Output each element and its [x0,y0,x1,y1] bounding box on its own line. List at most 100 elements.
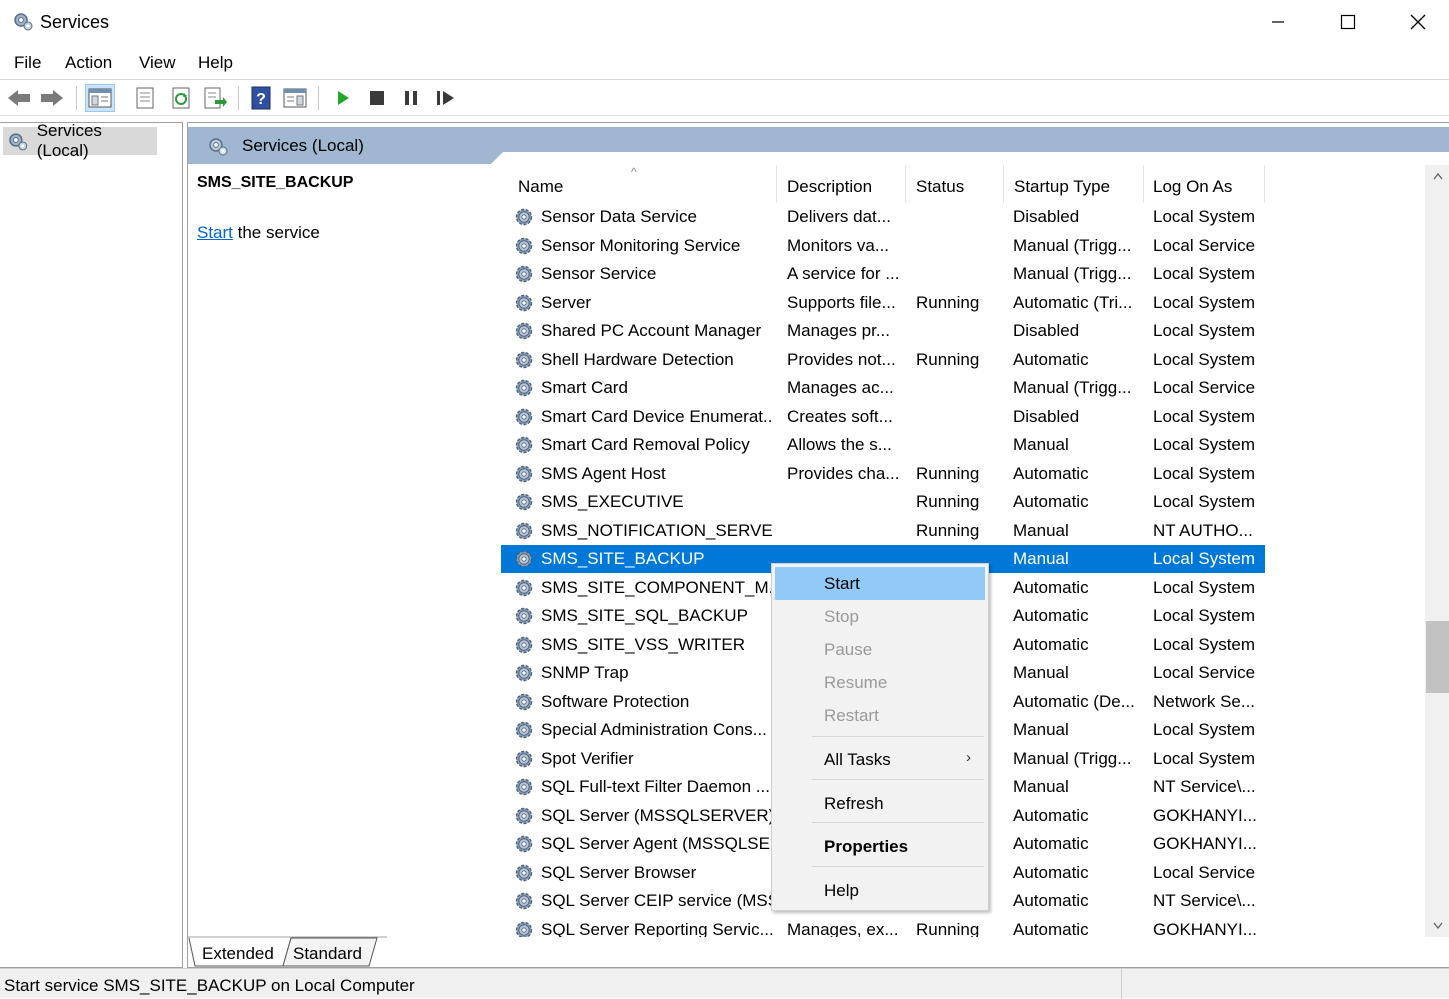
service-name-cell: SQL Server (MSSQLSERVER) [541,805,773,825]
service-startup-type-cell: Automatic [1013,862,1089,882]
service-log-on-as-cell: Local System [1153,492,1256,511]
refresh-toolbar-button[interactable] [166,84,196,112]
service-log-on-as-cell: NT AUTHO... [1153,520,1253,540]
service-gear-icon [514,263,536,285]
tree-item-services-local[interactable]: Services (Local) [3,121,157,160]
show-hide-console-tree-button[interactable] [85,84,115,112]
start-service-link[interactable]: Start [197,223,233,242]
menu-file[interactable]: File [14,53,41,73]
service-startup-type-cell: Automatic (De... [1013,691,1135,711]
context-menu-item-properties[interactable]: Properties [775,830,985,863]
pause-service-button[interactable] [396,84,426,112]
start-service-button[interactable] [328,84,358,112]
context-menu-separator [812,822,984,823]
service-gear-icon [514,719,536,741]
service-name-cell: Sensor Service [541,264,657,283]
service-description-cell: Monitors va... [787,235,890,255]
extended-description-panel: SMS_SITE_BACKUP Start the service [188,165,493,935]
service-log-on-as-cell: Local System [1153,720,1256,739]
scroll-up-button[interactable] [1425,165,1449,187]
resume-service-button[interactable] [431,84,461,112]
service-gear-icon [514,776,536,798]
export-list-button[interactable] [200,84,230,112]
gear-icon [515,721,533,739]
service-name-cell: Server [541,292,592,312]
toolbar-separator [318,86,319,110]
service-action-suffix: the service [232,223,320,242]
table-row[interactable]: Sensor Data Service Delivers dat... Disabl… [501,203,1265,231]
table-row[interactable]: Smart Card Removal Policy Allows the s...… [501,431,1265,459]
menu-action[interactable]: Action [65,53,112,73]
table-row[interactable]: Smart Card Device Enumerat... Creates sof… [501,403,1265,431]
service-status-cell [916,260,1004,288]
gear-icon [515,636,533,653]
toolbar: ? [0,80,1449,116]
context-menu-item-start[interactable]: Start [775,567,985,600]
title-bar: Services [0,0,1449,44]
service-startup-type-cell: Automatic [1013,919,1089,938]
column-header-label: Name [518,177,564,196]
menu-help[interactable]: Help [198,53,233,73]
action-pane-button[interactable] [280,84,310,112]
close-button[interactable] [1383,0,1449,44]
service-gear-icon [514,520,536,542]
service-gear-icon [514,805,536,827]
context-menu-item-label: Start [824,573,860,593]
service-name-cell: SQL Server Agent (MSSQLSE... [541,834,773,853]
context-menu-item-help[interactable]: Help [775,874,985,907]
service-status-cell [916,374,1004,402]
service-name-cell: SMS Agent Host [541,463,666,483]
column-header-log-on-as[interactable]: Log On As [1145,165,1265,203]
minimize-button[interactable] [1243,0,1313,44]
service-name-cell: SMS_EXECUTIVE [541,492,684,511]
back-button[interactable] [4,84,34,112]
column-header-startup-type[interactable]: Startup Type [1005,165,1144,203]
service-status-cell: Running [916,492,980,511]
scroll-down-button[interactable] [1425,915,1449,937]
column-header-status[interactable]: Status [907,165,1004,203]
table-row[interactable]: Shell Hardware Detection Provides not... R… [501,346,1265,374]
gear-icon [515,493,533,511]
service-name-cell: Shared PC Account Manager [541,321,762,340]
tab-standard[interactable]: Standard [293,940,362,968]
context-menu-item-refresh[interactable]: Refresh [775,787,985,820]
column-header-name[interactable]: ^ Name [501,165,777,203]
menu-bar: File Action View Help [0,44,1449,80]
service-status-cell [916,403,1004,431]
service-gear-icon [514,406,536,428]
maximize-button[interactable] [1313,0,1383,44]
table-row[interactable]: Smart Card Manages ac... Manual (Trigg... L… [501,374,1265,402]
gear-icon [515,864,533,881]
vertical-scrollbar[interactable] [1425,165,1449,937]
table-row[interactable]: SMS_NOTIFICATION_SERVER Running Manual NT A… [501,517,1265,545]
service-name-cell: SQL Server CEIP service (MSS... [541,891,773,910]
context-menu-item-label: Pause [824,639,873,659]
column-header-description[interactable]: Description [778,165,906,203]
service-log-on-as-cell: GOKHANYI... [1153,919,1257,938]
properties-toolbar-button[interactable] [130,84,160,112]
status-bar: Start service SMS_SITE_BACKUP on Local C… [0,968,1449,999]
service-gear-icon [514,463,536,485]
service-log-on-as-cell: Local System [1153,435,1256,454]
table-row[interactable]: SMS Agent Host Provides cha... Running Auto… [501,460,1265,488]
menu-view[interactable]: View [139,53,176,73]
stop-service-button[interactable] [362,84,392,112]
table-row[interactable]: Sensor Service A service for ... Manual (T… [501,260,1265,288]
service-name-cell: Smart Card [541,378,628,397]
table-row[interactable]: SQL Server Reporting Servic... Manages, e… [501,916,1265,938]
context-menu-item-all-tasks[interactable]: All Tasks › [775,743,985,776]
scrollbar-thumb[interactable] [1426,621,1449,693]
table-row[interactable]: Server Supports file... Running Automatic (… [501,289,1265,317]
context-menu-item-label: Refresh [824,793,884,813]
service-log-on-as-cell: Local Service [1153,378,1256,397]
forward-button[interactable] [37,84,67,112]
close-icon [1410,14,1426,30]
service-startup-type-cell: Manual (Trigg... [1013,235,1132,255]
service-log-on-as-cell: Local System [1153,349,1256,369]
table-row[interactable]: SMS_EXECUTIVE Running Automatic Local Syste… [501,488,1265,516]
tab-extended[interactable]: Extended [202,940,274,968]
help-toolbar-button[interactable]: ? [246,84,276,112]
context-menu-item-stop: Stop [775,600,985,633]
table-row[interactable]: Shared PC Account Manager Manages pr... Di… [501,317,1265,345]
table-row[interactable]: Sensor Monitoring Service Monitors va... M… [501,232,1265,260]
